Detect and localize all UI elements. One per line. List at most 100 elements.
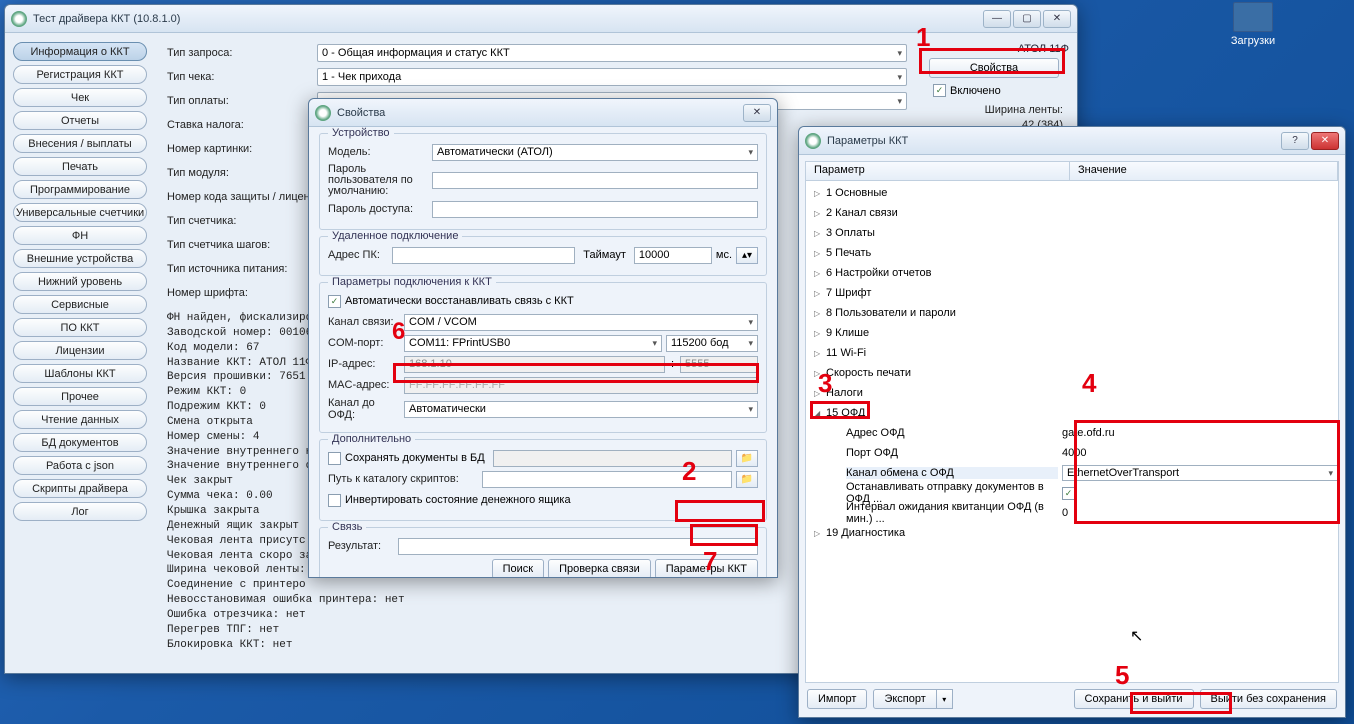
browse-button[interactable]: 📁 — [736, 450, 758, 467]
user-pwd-input[interactable] — [432, 172, 758, 189]
timeout-input[interactable]: 10000 — [634, 247, 712, 264]
request-type-combo[interactable]: 0 - Общая информация и статус ККТ — [317, 44, 907, 62]
com-port-combo[interactable]: COM11: FPrintUSB0 — [404, 335, 662, 352]
export-button[interactable]: Экспорт — [873, 689, 936, 709]
tree-node[interactable]: ▷1 Основные — [806, 183, 1338, 203]
label: Таймаут — [579, 249, 630, 261]
save-exit-button[interactable]: Сохранить и выйти — [1074, 689, 1194, 709]
label: Номер шрифта: — [167, 287, 317, 299]
sidebar-item[interactable]: Чек — [13, 88, 147, 107]
label: Автоматически восстанавливать связь с КК… — [345, 295, 574, 307]
tree-node[interactable]: ▷11 Wi-Fi — [806, 343, 1338, 363]
ip-port-input[interactable]: 5555 — [680, 356, 758, 373]
enabled-checkbox[interactable]: ✓ — [933, 84, 946, 97]
tree-node[interactable]: ▷7 Шрифт — [806, 283, 1338, 303]
label: MAC-адрес: — [328, 379, 400, 391]
tree-item[interactable]: Интервал ожидания квитанции ОФД (в мин.)… — [806, 503, 1338, 523]
mac-input[interactable]: FF:FF:FF:FF:FF:FF — [404, 377, 758, 394]
help-button[interactable]: ? — [1281, 132, 1309, 150]
sidebar-item[interactable]: ПО ККТ — [13, 318, 147, 337]
tree-item[interactable]: Адрес ОФДgate.ofd.ru — [806, 423, 1338, 443]
params-tree[interactable]: ▷1 Основные▷2 Канал связи▷3 Оплаты▷5 Печ… — [805, 181, 1339, 683]
access-pwd-input[interactable] — [432, 201, 758, 218]
sidebar-item[interactable]: Скрипты драйвера — [13, 479, 147, 498]
ofd-stop-checkbox[interactable]: ✓ — [1062, 487, 1075, 500]
tree-node[interactable]: ▷8 Пользователи и пароли — [806, 303, 1338, 323]
minimize-button[interactable]: — — [983, 10, 1011, 28]
sidebar-item[interactable]: Лог — [13, 502, 147, 521]
export-dropdown[interactable]: ▾ — [937, 689, 953, 709]
properties-button[interactable]: Свойства — [929, 58, 1059, 78]
tree-node[interactable]: ▷6 Настройки отчетов — [806, 263, 1338, 283]
kkt-params-button[interactable]: Параметры ККТ — [655, 559, 758, 577]
receipt-type-combo[interactable]: 1 - Чек прихода — [317, 68, 907, 86]
params-titlebar[interactable]: Параметры ККТ ? ✕ — [799, 127, 1345, 155]
label: Ставка налога: — [167, 119, 317, 131]
tree-node-ofd[interactable]: ◢15 ОФД — [806, 403, 1338, 423]
label: Сохранять документы в БД — [345, 452, 485, 464]
browse-button[interactable]: 📁 — [736, 471, 758, 488]
ofd-channel-value-combo[interactable]: EthernetOverTransport — [1062, 465, 1338, 481]
label: Инвертировать состояние денежного ящика — [345, 494, 571, 506]
sidebar-item[interactable]: Регистрация ККТ — [13, 65, 147, 84]
sidebar-item[interactable]: Прочее — [13, 387, 147, 406]
sidebar-item[interactable]: БД документов — [13, 433, 147, 452]
sidebar-item[interactable]: Шаблоны ККТ — [13, 364, 147, 383]
exit-no-save-button[interactable]: Выйти без сохранения — [1200, 689, 1338, 709]
tree-node[interactable]: ▷9 Клише — [806, 323, 1338, 343]
tree-item[interactable]: Канал обмена с ОФДEthernetOverTransport — [806, 463, 1338, 483]
sidebar-item[interactable]: Лицензии — [13, 341, 147, 360]
label: Тип счетчика шагов: — [167, 239, 317, 251]
pc-addr-input[interactable] — [392, 247, 575, 264]
sidebar-item[interactable]: Внесения / выплаты — [13, 134, 147, 153]
kkt-params-window: Параметры ККТ ? ✕ Параметр Значение ▷1 О… — [798, 126, 1346, 718]
save-docs-checkbox[interactable] — [328, 452, 341, 465]
label: Канал связи: — [328, 316, 400, 328]
sidebar-item[interactable]: Чтение данных — [13, 410, 147, 429]
label: Адрес ПК: — [328, 249, 388, 261]
sidebar-item[interactable]: Внешние устройства — [13, 249, 147, 268]
props-titlebar[interactable]: Свойства ✕ — [309, 99, 777, 127]
sidebar-item[interactable]: Сервисные — [13, 295, 147, 314]
sidebar-item[interactable]: Нижний уровень — [13, 272, 147, 291]
tree-node[interactable]: ▷5 Печать — [806, 243, 1338, 263]
sidebar-item[interactable]: Отчеты — [13, 111, 147, 130]
close-button[interactable]: ✕ — [743, 104, 771, 122]
tree-node[interactable]: ▷19 Диагностика — [806, 523, 1338, 543]
ip-input[interactable]: 168.1.10 — [404, 356, 665, 373]
sidebar-item[interactable]: Информация о ККТ — [13, 42, 147, 61]
baud-combo[interactable]: 115200 бод — [666, 335, 758, 352]
auto-restore-checkbox[interactable]: ✓ — [328, 295, 341, 308]
desktop-downloads[interactable]: Загрузки — [1218, 2, 1288, 47]
tree-node[interactable]: ▷ Налоги — [806, 383, 1338, 403]
sidebar-item[interactable]: Печать — [13, 157, 147, 176]
close-button[interactable]: ✕ — [1043, 10, 1071, 28]
sidebar-item[interactable]: Программирование — [13, 180, 147, 199]
tree-item[interactable]: Останавливать отправку документов в ОФД … — [806, 483, 1338, 503]
tree-node[interactable]: ▷2 Канал связи — [806, 203, 1338, 223]
sidebar-item[interactable]: Универсальные счетчики — [13, 203, 147, 222]
sidebar-item[interactable]: ФН — [13, 226, 147, 245]
timeout-spin[interactable]: ▴▾ — [736, 247, 758, 264]
scripts-path-input[interactable] — [482, 471, 732, 488]
maximize-button[interactable]: ▢ — [1013, 10, 1041, 28]
sidebar-item[interactable]: Работа с json — [13, 456, 147, 475]
import-button[interactable]: Импорт — [807, 689, 867, 709]
search-button[interactable]: Поиск — [492, 559, 544, 577]
check-conn-button[interactable]: Проверка связи — [548, 559, 651, 577]
width-label: Ширина ленты: — [929, 103, 1063, 118]
label: Тип модуля: — [167, 167, 317, 179]
channel-combo[interactable]: COM / VCOM — [404, 314, 758, 331]
param-column-headers: Параметр Значение — [805, 161, 1339, 181]
ofd-channel-combo[interactable]: Автоматически — [404, 401, 758, 418]
tree-node[interactable]: ▷3 Оплаты — [806, 223, 1338, 243]
tree-item[interactable]: Порт ОФД4000 — [806, 443, 1338, 463]
main-titlebar[interactable]: Тест драйвера ККТ (10.8.1.0) — ▢ ✕ — [5, 5, 1077, 33]
cursor-icon: ↖ — [1130, 626, 1143, 646]
close-button[interactable]: ✕ — [1311, 132, 1339, 150]
invert-drawer-checkbox[interactable] — [328, 494, 341, 507]
db-path-input[interactable] — [493, 450, 732, 467]
model-combo[interactable]: Автоматически (АТОЛ) — [432, 144, 758, 161]
tree-node[interactable]: ▷ Скорость печати — [806, 363, 1338, 383]
app-icon — [315, 105, 331, 121]
